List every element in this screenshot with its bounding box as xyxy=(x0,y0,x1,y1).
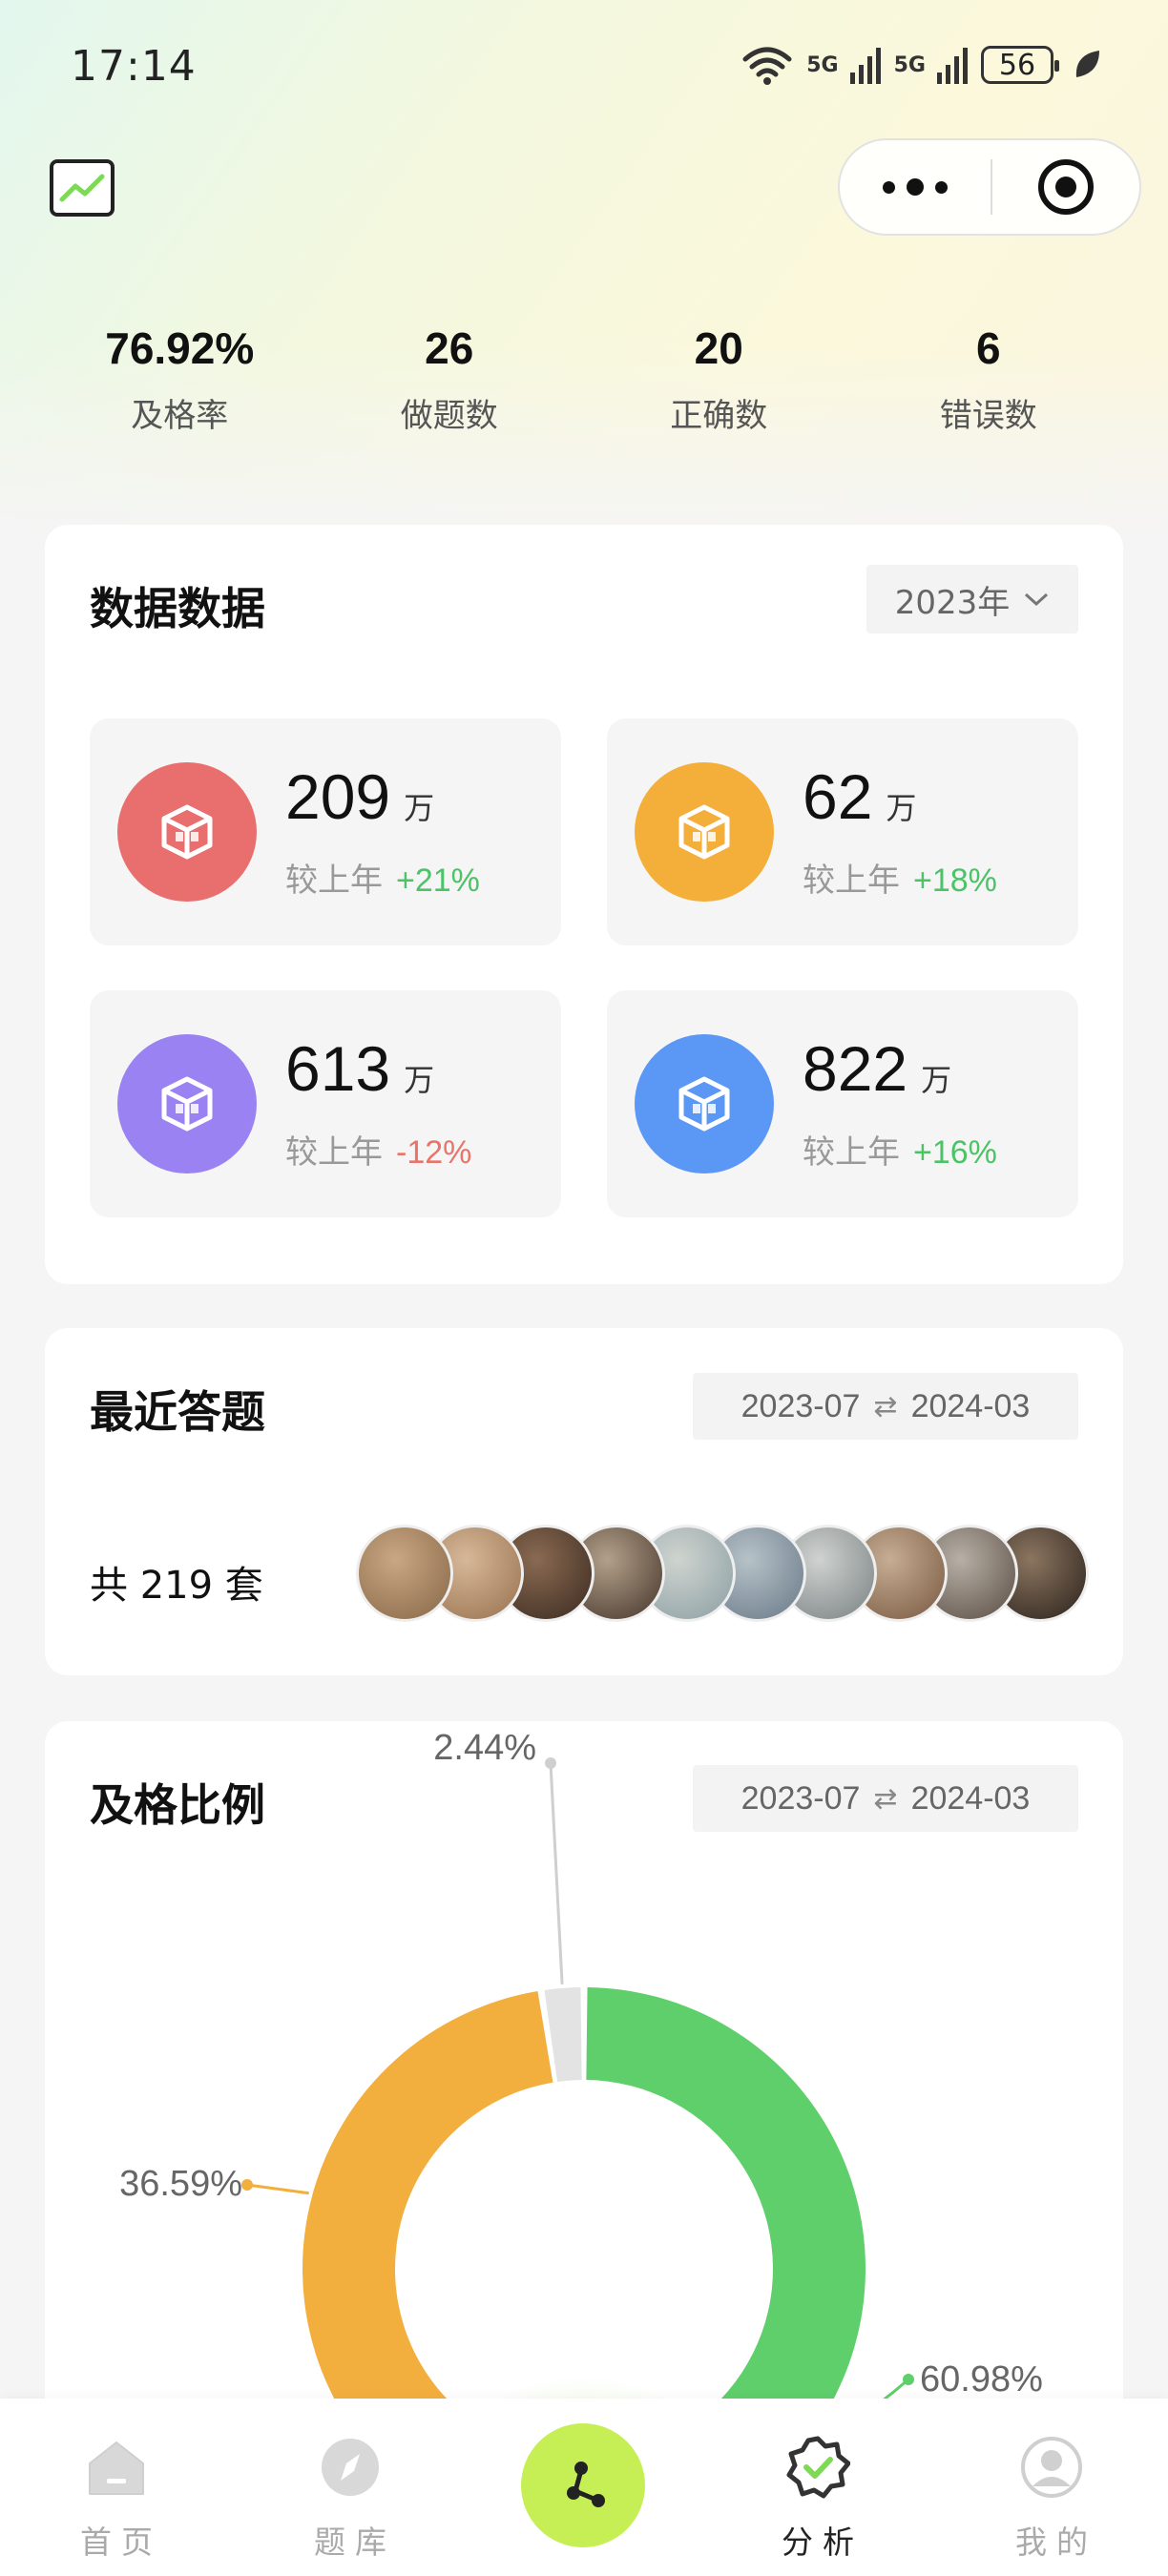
card-title: 数据数据 xyxy=(90,583,265,634)
stat-label: 正确数 xyxy=(670,397,768,435)
tile-change: +18% xyxy=(913,862,997,899)
year-select-value: 2023年 xyxy=(894,583,1011,622)
user-icon xyxy=(1021,2437,1082,2498)
slice-label: 60.98% xyxy=(920,2359,1043,2399)
stat-value: 20 xyxy=(694,323,743,373)
center-share-button[interactable] xyxy=(521,2423,645,2547)
stat-wrong-count: 6 错误数 xyxy=(854,322,1124,436)
tab-mine[interactable]: 我的 xyxy=(980,2399,1123,2576)
signal-bars-icon xyxy=(937,48,968,84)
year-select[interactable]: 2023年 xyxy=(866,565,1078,634)
tile-value: 209 xyxy=(285,761,391,832)
stat-value: 6 xyxy=(975,323,1001,373)
signal-bars-icon xyxy=(849,48,881,84)
tile-change: +21% xyxy=(396,862,480,899)
cube-icon xyxy=(117,762,257,902)
data-tile[interactable]: 209 万 较上年 +21% xyxy=(90,718,561,945)
tab-label: 分析 xyxy=(782,2524,864,2561)
date-range-picker[interactable]: 2023-07 ⇄ 2024-03 xyxy=(693,1373,1078,1440)
tile-unit: 万 xyxy=(404,1062,435,1098)
cube-icon xyxy=(117,1034,257,1174)
stat-label: 及格率 xyxy=(131,397,229,435)
range-end: 2024-03 xyxy=(910,1387,1031,1424)
data-card: 数据数据 2023年 209 万 较上年 +21% 62 万 较上年 +18% 613 万… xyxy=(45,525,1123,1284)
stat-value: 76.92% xyxy=(105,323,255,373)
tile-compare-label: 较上年 xyxy=(285,862,383,900)
recent-card: 最近答题 2023-07 ⇄ 2024-03 共 219 套 xyxy=(45,1328,1123,1675)
avatar xyxy=(356,1525,453,1622)
tab-analysis[interactable]: 分析 xyxy=(746,2399,889,2576)
summary-stats: 76.92% 及格率 26 做题数 20 正确数 6 错误数 xyxy=(0,322,1168,436)
close-button[interactable] xyxy=(992,140,1139,234)
tile-compare-label: 较上年 xyxy=(803,1133,900,1172)
share-nodes-icon xyxy=(567,2462,605,2507)
target-circle-icon xyxy=(1038,159,1094,215)
slice-label: 36.59% xyxy=(119,2164,242,2204)
label-dot xyxy=(545,1757,556,1769)
stat-done-count: 26 做题数 xyxy=(315,322,585,436)
slice-label: 2.44% xyxy=(433,1728,536,1768)
badge-check-icon xyxy=(786,2436,850,2499)
more-button[interactable] xyxy=(840,140,991,234)
label-dot xyxy=(903,2374,914,2385)
stat-value: 26 xyxy=(425,323,474,373)
home-icon xyxy=(89,2441,144,2495)
leaf-icon xyxy=(1075,51,1099,77)
label-dot xyxy=(241,2179,253,2191)
label-leader-line xyxy=(246,2183,309,2195)
pass-ratio-donut-chart: 60.98% 36.59% 2.44% xyxy=(119,1728,1043,2446)
mini-program-capsule xyxy=(838,138,1141,236)
tile-value: 822 xyxy=(803,1033,908,1104)
trend-chart-icon xyxy=(59,174,105,202)
tab-question-bank[interactable]: 题库 xyxy=(279,2399,422,2576)
chevron-down-icon xyxy=(1025,592,1049,607)
cube-icon xyxy=(635,762,774,902)
tile-compare-label: 较上年 xyxy=(285,1133,383,1172)
trend-chart-button[interactable] xyxy=(50,159,115,217)
stat-correct-count: 20 正确数 xyxy=(584,322,854,436)
tile-unit: 万 xyxy=(921,1062,952,1098)
data-tile[interactable]: 822 万 较上年 +16% xyxy=(607,990,1078,1217)
recent-total: 共 219 套 xyxy=(90,1564,263,1608)
signal-label-1: 5G xyxy=(806,52,839,77)
status-icons: 5G 5G 56 xyxy=(740,42,1101,88)
tab-label: 题库 xyxy=(314,2524,396,2561)
tab-label: 首页 xyxy=(80,2524,162,2561)
tile-value: 613 xyxy=(285,1033,391,1104)
cube-icon xyxy=(635,1034,774,1174)
wifi-icon xyxy=(742,47,792,85)
range-start: 2023-07 xyxy=(740,1387,861,1424)
stat-label: 做题数 xyxy=(400,397,498,435)
signal-label-2: 5G xyxy=(893,52,926,77)
tile-unit: 万 xyxy=(886,790,917,826)
status-bar: 17:14 5G 5G 56 xyxy=(0,0,1168,134)
tile-unit: 万 xyxy=(404,790,435,826)
tab-label: 我的 xyxy=(1015,2524,1097,2561)
compass-icon xyxy=(322,2439,379,2496)
stat-pass-rate: 76.92% 及格率 xyxy=(45,322,315,436)
pass-ratio-card: 及格比例 2023-07 ⇄ 2024-03 60.98% 36.59% 2.44% xyxy=(45,1721,1123,2446)
data-tile[interactable]: 62 万 较上年 +18% xyxy=(607,718,1078,945)
data-tile[interactable]: 613 万 较上年 -12% xyxy=(90,990,561,1217)
tile-change: +16% xyxy=(913,1134,997,1171)
tile-change: -12% xyxy=(396,1134,472,1171)
stat-label: 错误数 xyxy=(939,397,1037,435)
card-title: 最近答题 xyxy=(90,1386,265,1438)
label-leader-line xyxy=(549,1762,564,1984)
swap-arrows-icon: ⇄ xyxy=(873,1390,898,1423)
battery-indicator: 56 xyxy=(981,46,1059,84)
tile-compare-label: 较上年 xyxy=(803,862,900,900)
tab-home[interactable]: 首页 xyxy=(45,2399,188,2576)
tile-value: 62 xyxy=(803,761,873,832)
status-time: 17:14 xyxy=(71,42,197,91)
